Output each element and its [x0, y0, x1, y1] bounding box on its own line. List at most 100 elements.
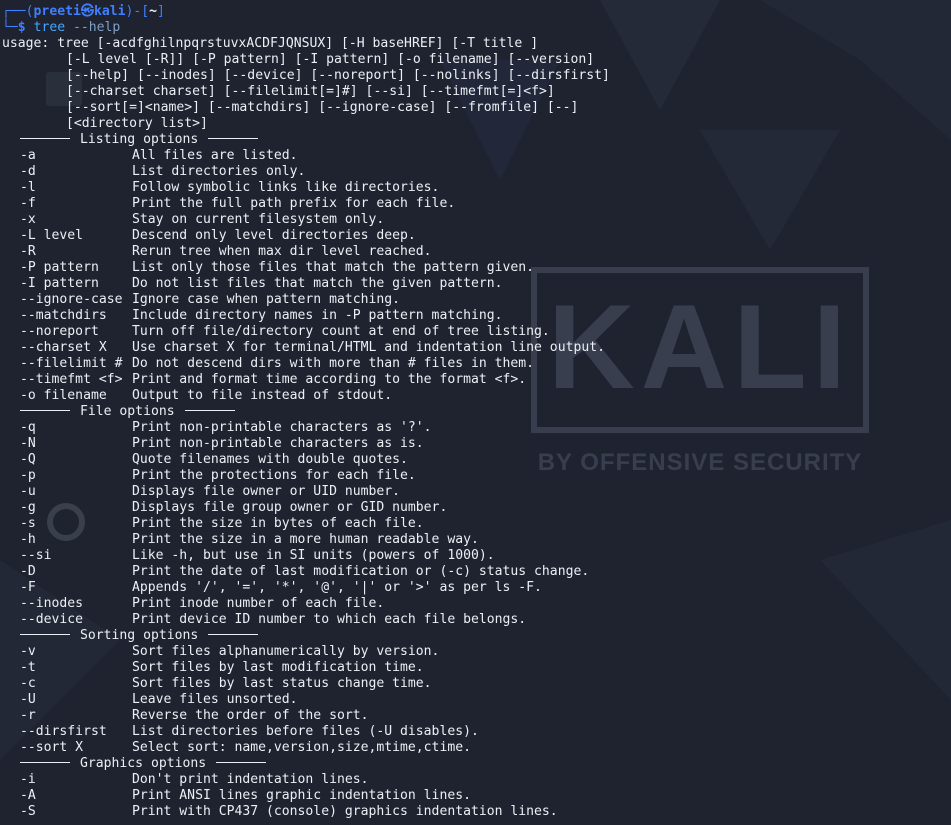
option-row: -t Sort files by last modification time.	[2, 660, 951, 676]
option-row: -f Print the full path prefix for each fi…	[2, 196, 951, 212]
option-description: Print the protections for each file.	[132, 468, 416, 483]
option-flag: --matchdirs	[20, 308, 107, 323]
option-description: Do not descend dirs with more than # fil…	[132, 356, 535, 371]
option-flag: --sort X	[20, 740, 84, 755]
command-line: └─$ tree --help	[2, 20, 121, 35]
usage-line: [-L level [-R]] [-P pattern] [-I pattern…	[2, 52, 951, 68]
usage-line: [<directory list>]	[2, 116, 951, 132]
option-row: -d List directories only.	[2, 164, 951, 180]
option-description: Descend only level directories deep.	[132, 228, 416, 243]
option-row: -g Displays file group owner or GID numbe…	[2, 500, 951, 516]
option-flag: -o filename	[20, 388, 107, 403]
usage-line: usage: tree [-acdfghilnpqrstuvxACDFJQNSU…	[2, 36, 951, 52]
option-flag: --ignore-case	[20, 292, 123, 307]
option-flag: --filelimit #	[20, 356, 123, 371]
usage-line: [--sort[=]<name>] [--matchdirs] [--ignor…	[2, 100, 951, 116]
option-flag: -L level	[20, 228, 84, 243]
option-description: List directories only.	[132, 164, 306, 179]
option-flag: -Q	[20, 452, 36, 467]
option-flag: -U	[20, 692, 36, 707]
divider	[208, 634, 259, 635]
option-description: Print non-printable characters as '?'.	[132, 420, 432, 435]
usage-text: tree [-acdfghilnpqrstuvxACDFJQNSUX] [-H …	[57, 36, 539, 51]
option-row: --device Print device ID number to which …	[2, 612, 951, 628]
option-description: Turn off file/directory count at end of …	[132, 324, 550, 339]
prompt-dollar: $	[17, 20, 34, 35]
option-flag: -h	[20, 532, 36, 547]
command-args: --help	[73, 20, 121, 35]
command-name: tree	[33, 20, 66, 35]
usage-text: [<directory list>]	[66, 116, 208, 131]
option-description: Reverse the order of the sort.	[132, 708, 369, 723]
option-row: -L level Descend only level directories d…	[2, 228, 951, 244]
option-description: List directories before files (-U disabl…	[132, 724, 479, 739]
usage-text: [-L level [-R]] [-P pattern] [-I pattern…	[66, 52, 595, 67]
option-description: Leave files unsorted.	[132, 692, 298, 707]
option-flag: --charset X	[20, 340, 107, 355]
option-flag: -a	[20, 148, 36, 163]
option-row: -l Follow symbolic links like directories…	[2, 180, 951, 196]
section-header: Sorting options	[2, 628, 951, 644]
option-row: -h Print the size in a more human readabl…	[2, 532, 951, 548]
option-description: Use charset X for terminal/HTML and inde…	[132, 340, 605, 355]
option-row: -A Print ANSI lines graphic indentation l…	[2, 788, 951, 804]
option-description: Print the size in bytes of each file.	[132, 516, 424, 531]
option-description: Select sort: name,version,size,mtime,cti…	[132, 740, 471, 755]
option-flag: -s	[20, 516, 36, 531]
option-description: Print the date of last modification or (…	[132, 564, 590, 579]
option-row: -a All files are listed.	[2, 148, 951, 164]
terminal-output[interactable]: ┌──(preeti㉿kali)-[~] └─$ tree --help usa…	[0, 0, 951, 825]
option-flag: -r	[20, 708, 36, 723]
option-description: Displays file group owner or GID number.	[132, 500, 448, 515]
option-flag: --dirsfirst	[20, 724, 107, 739]
usage-label: usage:	[2, 36, 50, 51]
option-flag: -f	[20, 196, 36, 211]
prompt-user: preeti	[33, 4, 81, 19]
option-row: --timefmt <f> Print and format time accor…	[2, 372, 951, 388]
option-description: Sort files alphanumerically by version.	[132, 644, 440, 659]
option-description: Like -h, but use in SI units (powers of …	[132, 548, 495, 563]
section-title: Sorting options	[80, 628, 199, 643]
option-flag: -v	[20, 644, 36, 659]
option-row: -p Print the protections for each file.	[2, 468, 951, 484]
option-row: --si Like -h, but use in SI units (powers…	[2, 548, 951, 564]
option-row: -S Print with CP437 (console) graphics in…	[2, 804, 951, 820]
option-flag: --device	[20, 612, 84, 627]
option-description: Sort files by last status change time.	[132, 676, 432, 691]
option-flag: -P pattern	[20, 260, 99, 275]
option-row: -x Stay on current filesystem only.	[2, 212, 951, 228]
option-row: --inodes Print inode number of each file.	[2, 596, 951, 612]
option-row: -q Print non-printable characters as '?'.	[2, 420, 951, 436]
prompt-host: kali	[93, 4, 126, 19]
prompt-at-icon: ㉿	[80, 4, 94, 19]
option-row: --matchdirs Include directory names in -P…	[2, 308, 951, 324]
option-row: -N Print non-printable characters as is.	[2, 436, 951, 452]
option-row: -D Print the date of last modification or…	[2, 564, 951, 580]
option-row: -F Appends '/', '=', '*', '@', '|' or '>'…	[2, 580, 951, 596]
option-row: -c Sort files by last status change time.	[2, 676, 951, 692]
option-description: Quote filenames with double quotes.	[132, 452, 408, 467]
option-description: Follow symbolic links like directories.	[132, 180, 440, 195]
option-row: -r Reverse the order of the sort.	[2, 708, 951, 724]
prompt-line: ┌──(preeti㉿kali)-[~]	[2, 4, 165, 19]
usage-text: [--charset charset] [--filelimit[=]#] [-…	[66, 84, 555, 99]
option-description: Print the size in a more human readable …	[132, 532, 479, 547]
usage-text: [--sort[=]<name>] [--matchdirs] [--ignor…	[66, 100, 579, 115]
option-flag: -F	[20, 580, 36, 595]
option-description: Print ANSI lines graphic indentation lin…	[132, 788, 471, 803]
option-description: Print the full path prefix for each file…	[132, 196, 456, 211]
option-flag: --timefmt <f>	[20, 372, 123, 387]
usage-line: [--help] [--inodes] [--device] [--norepo…	[2, 68, 951, 84]
option-flag: -c	[20, 676, 36, 691]
option-row: --dirsfirst List directories before files…	[2, 724, 951, 740]
option-row: -I pattern Do not list files that match t…	[2, 276, 951, 292]
usage-line: [--charset charset] [--filelimit[=]#] [-…	[2, 84, 951, 100]
option-row: -s Print the size in bytes of each file.	[2, 516, 951, 532]
option-description: Print inode number of each file.	[132, 596, 385, 611]
option-description: Appends '/', '=', '*', '@', '|' or '>' a…	[132, 580, 542, 595]
option-description: All files are listed.	[132, 148, 298, 163]
option-flag: -t	[20, 660, 36, 675]
option-flag: -q	[20, 420, 36, 435]
option-flag: -g	[20, 500, 36, 515]
divider	[20, 762, 70, 763]
